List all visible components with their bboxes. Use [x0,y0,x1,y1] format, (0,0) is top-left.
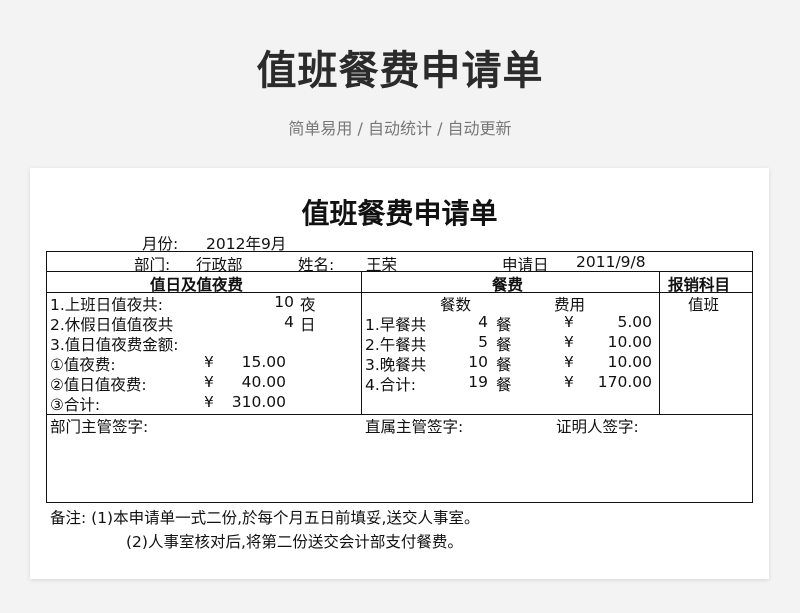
meal-row-currency: ¥ [564,333,574,351]
fee-row-amount: 40.00 [241,373,286,391]
note-line-1: 备注: (1)本申请单一式二份,於每个月五日前填妥,送交人事室。 [50,509,480,527]
meal-row-count: 19 [468,373,488,391]
duty-row1-label: 1.上班日值夜共: [50,296,164,314]
fee-row-label: ①值夜费: [50,356,116,374]
fee-row-amount: 310.00 [231,393,286,411]
fee-row-currency: ¥ [204,353,214,371]
table-border-right [752,251,753,502]
meal-row-count: 5 [478,333,488,351]
meal-row-unit: 餐 [496,356,512,374]
section-subject-header: 报销科目 [668,276,731,294]
meal-col-count-header: 餐数 [440,296,472,314]
sign-dept-label: 部门主管签字: [50,418,149,436]
meal-row-label: 3.晚餐共 [365,356,427,374]
table-border-top [46,251,753,252]
apply-date-label: 申请日 [502,256,549,274]
section-meal-header: 餐费 [492,276,524,294]
duty-row1-num: 10 [274,293,294,311]
meal-row-label: 2.午餐共 [365,336,427,354]
meal-row-unit: 餐 [496,376,512,394]
sign-direct-label: 直属主管签字: [365,418,464,436]
meal-row-unit: 餐 [496,316,512,334]
meal-row-currency: ¥ [564,313,574,331]
subject-value: 值班 [688,296,720,314]
meal-row-amount: 10.00 [607,353,652,371]
meal-row-label: 1.早餐共 [365,316,427,334]
meal-row-count: 4 [478,313,488,331]
form-title: 值班餐费申请单 [301,197,498,230]
meal-row-currency: ¥ [564,353,574,371]
name-value: 王荣 [366,256,398,274]
meal-row-currency: ¥ [564,373,574,391]
duty-row2-unit: 日 [300,316,316,334]
fee-row-currency: ¥ [204,373,214,391]
duty-row2-num: 4 [284,313,294,331]
meal-row-amount: 170.00 [597,373,652,391]
duty-row2-label: 2.休假日值值夜共 [50,316,174,334]
meal-col-fee-header: 费用 [554,296,586,314]
page-subtitle: 简单易用 / 自动统计 / 自动更新 [288,119,512,138]
table-border-left [46,251,47,502]
meal-row-amount: 10.00 [607,333,652,351]
meal-row-count: 10 [468,353,488,371]
meal-row-amount: 5.00 [617,313,652,331]
fee-row-label: ②值日值夜费: [50,376,147,394]
meal-row-label: 4.合计: [365,376,417,394]
section-duty-header: 值日及值夜费 [150,276,244,294]
note-line-2: (2)人事室核对后,将第二份送交会计部支付餐费。 [126,533,463,551]
duty-row3-label: 3.值日值夜费金额: [50,336,179,354]
fee-row-label: ③合计: [50,396,101,414]
sign-witness-label: 证明人签字: [556,418,639,436]
fee-row-currency: ¥ [204,393,214,411]
meal-row-unit: 餐 [496,336,512,354]
name-label: 姓名: [298,256,335,274]
dept-value: 行政部 [196,256,243,274]
col-divider-1 [361,271,362,414]
apply-date-value: 2011/9/8 [576,253,646,271]
fee-row-amount: 15.00 [241,353,286,371]
table-border-bottom [46,502,753,503]
col-divider-2 [659,271,660,414]
dept-label: 部门: [134,256,171,274]
duty-row1-unit: 夜 [300,296,316,314]
form-sheet: 值班餐费申请单 月份: 2012年9月 部门: 行政部 姓名: 王荣 申请日 2… [30,168,769,579]
page-title: 值班餐费申请单 [256,48,544,94]
